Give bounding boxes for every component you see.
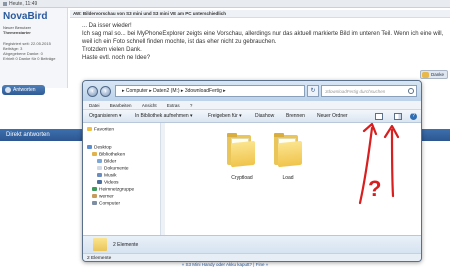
post-date-bar: Heute, 11:49 bbox=[0, 0, 450, 8]
status-bar: 2 Elemente bbox=[83, 253, 421, 261]
status-count: 2 Elemente bbox=[87, 256, 112, 261]
organisieren-button[interactable]: Organisieren ▾ bbox=[89, 110, 122, 123]
user-info-panel: NovaBird Neuer Benutzer Themenstarter Re… bbox=[0, 8, 68, 88]
menu-help[interactable]: ? bbox=[190, 103, 193, 108]
folder-icon bbox=[231, 140, 255, 168]
pictures-icon bbox=[97, 159, 102, 163]
username-link[interactable]: NovaBird bbox=[3, 11, 47, 22]
freigeben-button[interactable]: Freigeben für ▾ bbox=[208, 110, 242, 123]
details-count: 2 Elemente bbox=[113, 242, 139, 248]
post-title: AW: Bildervorschau von S3 mini und S3 mi… bbox=[73, 11, 226, 16]
navigation-pane: Favoriten Desktop Bibliotheken Bilder Do… bbox=[83, 123, 165, 235]
user-role: Neuer Benutzer Themenstarter bbox=[3, 25, 31, 35]
documents-icon bbox=[97, 166, 102, 170]
danke-button[interactable]: Danke bbox=[419, 70, 448, 79]
post-line: Haste evtl. noch ne Idee? bbox=[82, 55, 151, 61]
help-icon[interactable]: ? bbox=[410, 113, 417, 120]
search-input[interactable]: 3downloadFertig durchsuchen bbox=[321, 85, 417, 97]
tree-item-bibliotheken[interactable]: Bibliotheken bbox=[92, 152, 125, 158]
music-icon bbox=[97, 173, 102, 177]
change-view-icon[interactable] bbox=[375, 113, 383, 120]
tree-item-musik[interactable]: Musik bbox=[97, 173, 117, 179]
menu-bar: Datei Bearbeiten Ansicht Extras ? bbox=[83, 101, 421, 110]
neuer-ordner-button[interactable]: Neuer Ordner bbox=[317, 110, 348, 123]
thanks-icon bbox=[421, 72, 429, 78]
address-path: ▸ Computer ▸ Daten2 (M:) ▸ 3downloadFert… bbox=[122, 88, 226, 94]
address-bar[interactable]: ▸ Computer ▸ Daten2 (M:) ▸ 3downloadFert… bbox=[115, 85, 305, 97]
post-line: Trotzdem vielen Dank. bbox=[82, 47, 142, 53]
menu-datei[interactable]: Datei bbox=[89, 103, 100, 108]
refresh-icon[interactable]: ↻ bbox=[307, 85, 319, 97]
folder-cryptload[interactable] bbox=[225, 133, 259, 171]
antworten-button[interactable]: Antworten bbox=[2, 85, 45, 95]
user-stats: Registriert seit: 22.05.2015 Beiträge: 3… bbox=[3, 41, 55, 61]
thanks-received: Erhielt 0 Danke für 0 Beiträge bbox=[3, 56, 56, 61]
tree-item-computer[interactable]: Computer bbox=[92, 201, 120, 207]
folder-label: Load bbox=[282, 175, 294, 181]
star-icon bbox=[87, 127, 92, 131]
antworten-label: Antworten bbox=[13, 87, 36, 93]
folder-icon bbox=[93, 238, 107, 251]
tree-item-heimnetzgruppe[interactable]: Heimnetzgruppe bbox=[92, 187, 134, 193]
menu-extras[interactable]: Extras bbox=[167, 103, 180, 108]
tree-item-werner[interactable]: werner bbox=[92, 194, 114, 200]
preview-pane-icon[interactable] bbox=[394, 113, 402, 120]
desktop-icon bbox=[87, 145, 92, 149]
command-bar: Organisieren ▾ In Bibliothek aufnehmen ▾… bbox=[83, 110, 421, 123]
folder-label: Cryptload bbox=[231, 175, 253, 181]
tree-item-bilder[interactable]: Bilder bbox=[97, 159, 116, 165]
tree-item-favoriten[interactable]: Favoriten bbox=[87, 127, 114, 133]
tree-item-dokumente[interactable]: Dokumente bbox=[97, 166, 129, 172]
details-pane: 2 Elemente bbox=[83, 235, 421, 253]
user-icon bbox=[92, 194, 97, 198]
post-timestamp: Heute, 11:49 bbox=[9, 1, 38, 7]
brennen-button[interactable]: Brennen bbox=[286, 110, 305, 123]
folder-load[interactable] bbox=[272, 133, 306, 171]
menu-ansicht[interactable]: Ansicht bbox=[142, 103, 157, 108]
videos-icon bbox=[97, 180, 102, 184]
library-icon bbox=[92, 152, 97, 156]
post-icon bbox=[3, 1, 7, 6]
homegroup-icon bbox=[92, 187, 97, 191]
explorer-navigation-bar: ‹ › ▸ Computer ▸ Daten2 (M:) ▸ 3download… bbox=[83, 81, 421, 101]
menu-bearbeiten[interactable]: Bearbeiten bbox=[110, 103, 132, 108]
post-body: ... Da isser wieder! Ich sag mal so... b… bbox=[82, 22, 447, 62]
computer-icon bbox=[92, 201, 97, 205]
post-line: ... Da isser wieder! bbox=[82, 23, 132, 29]
file-list: Cryptload Load bbox=[165, 123, 421, 235]
back-button[interactable]: ‹ bbox=[87, 86, 98, 97]
folder-icon bbox=[278, 140, 302, 168]
search-icon bbox=[408, 88, 414, 94]
tree-item-desktop[interactable]: Desktop bbox=[87, 145, 112, 151]
diashow-button[interactable]: Diashow bbox=[255, 110, 274, 123]
tree-item-videos[interactable]: Videos bbox=[97, 180, 119, 186]
direkt-antworten-label: Direkt antworten bbox=[6, 132, 50, 138]
search-placeholder: 3downloadFertig durchsuchen bbox=[325, 89, 386, 94]
explorer-window: ‹ › ▸ Computer ▸ Daten2 (M:) ▸ 3download… bbox=[82, 80, 422, 262]
post-header: AW: Bildervorschau von S3 mini und S3 mi… bbox=[70, 10, 450, 18]
thread-navigation-link[interactable]: « S3 Mini Handy oder Akku kaputt? | Fine… bbox=[0, 262, 450, 267]
post-line: Ich sag mal so... bei MyPhoneExplorer ze… bbox=[82, 31, 444, 45]
forward-button[interactable]: › bbox=[100, 86, 111, 97]
danke-label: Danke bbox=[430, 72, 444, 77]
user-role-starter: Themenstarter bbox=[3, 30, 31, 35]
bibliothek-button[interactable]: In Bibliothek aufnehmen ▾ bbox=[135, 110, 193, 123]
reply-icon bbox=[5, 87, 11, 93]
